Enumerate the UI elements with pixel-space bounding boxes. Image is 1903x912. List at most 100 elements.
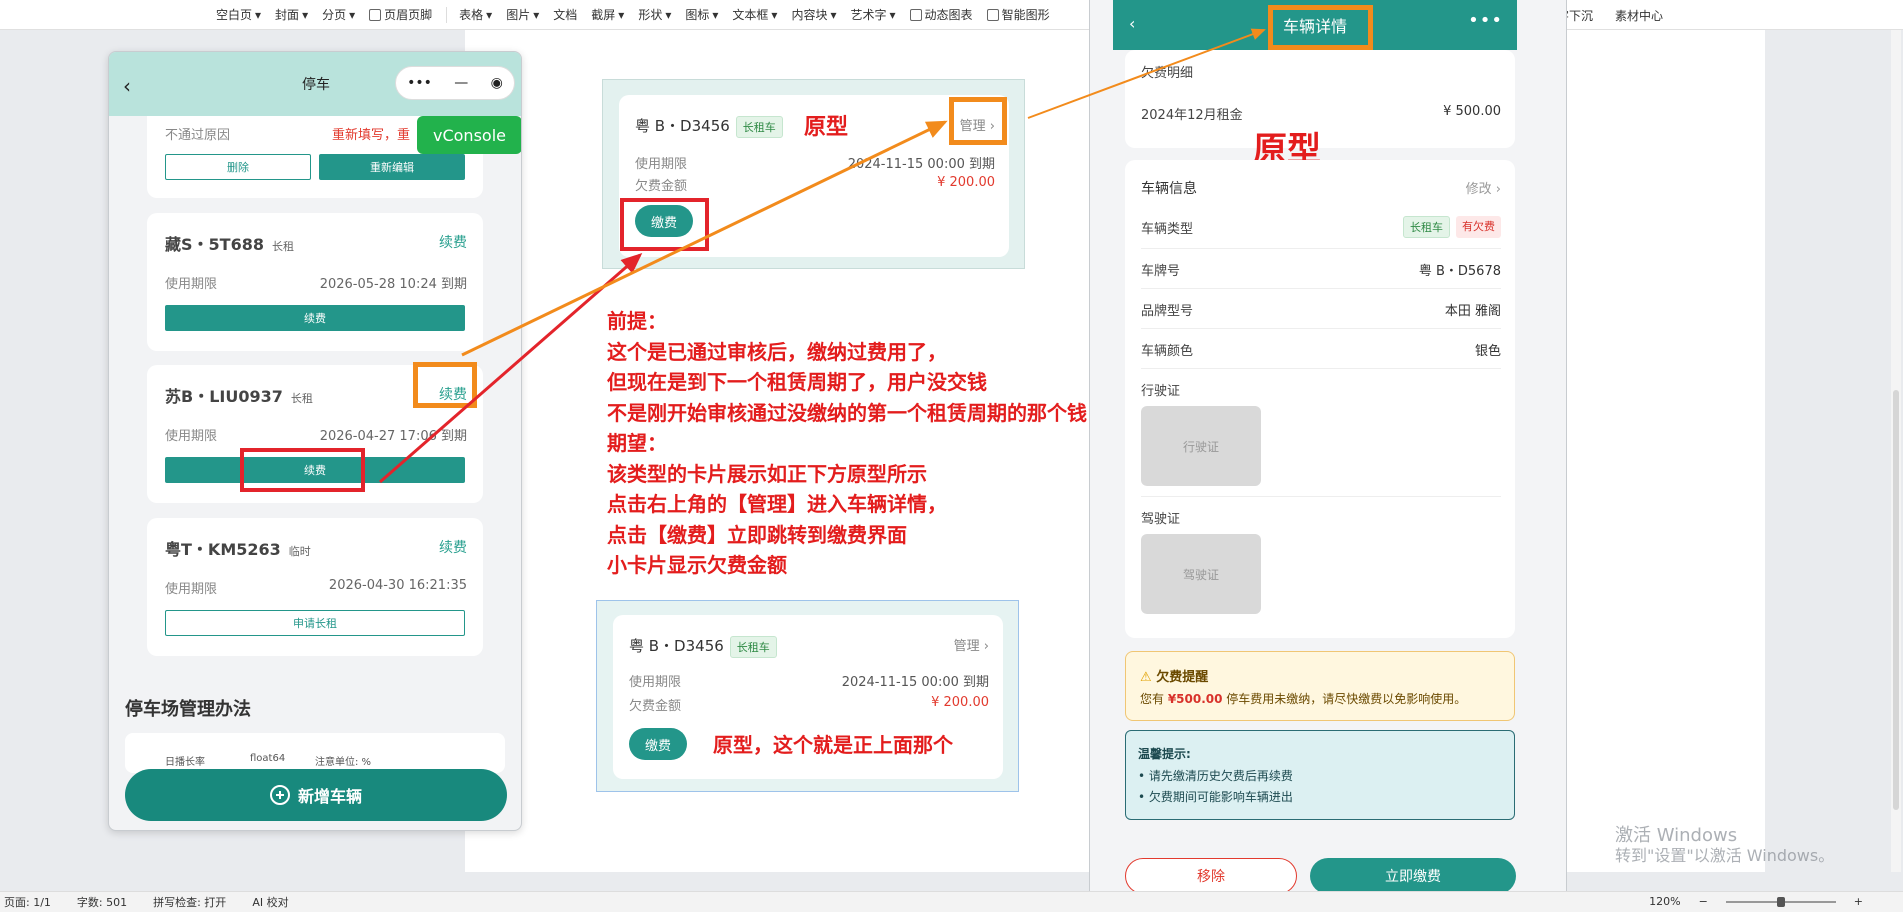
tips-box: 温馨提示: • 请先缴清历史欠费后再续费 • 欠费期间可能影响车辆进出: [1125, 730, 1515, 820]
minimize-icon[interactable]: —: [454, 75, 468, 91]
spell-check[interactable]: 拼写检查: 打开: [153, 894, 226, 910]
vehicle-info-card: 车辆信息 修改 › 车辆类型 长租车 有欠费 车牌号 粤 B・D5678 品牌型…: [1125, 160, 1515, 638]
toolbar-item-table[interactable]: 表格 ▾: [459, 6, 492, 23]
driver-license-label: 驾驶证: [1141, 512, 1181, 527]
zoom-slider-knob[interactable]: [1776, 896, 1785, 907]
toolbar-item-image[interactable]: 图片 ▾: [506, 6, 539, 23]
vconsole-button[interactable]: vConsole: [417, 116, 521, 154]
toolbar-item-materials[interactable]: 素材中心: [1615, 7, 1663, 24]
more-icon[interactable]: •••: [407, 75, 432, 91]
toolbar-item-smart-graphic[interactable]: 智能图形: [986, 6, 1050, 23]
apply-long-rent-button[interactable]: 申请长租: [165, 610, 465, 636]
remove-button[interactable]: 移除: [1125, 858, 1297, 894]
ai-proofread[interactable]: AI 校对: [252, 894, 288, 910]
zoom-slider[interactable]: [1725, 896, 1836, 907]
pay-now-button[interactable]: 立即缴费: [1310, 858, 1516, 894]
row-value: 粤 B・D5678: [1418, 264, 1501, 279]
note-line: 点击【缴费】立即跳转到缴费界面: [607, 522, 907, 547]
prototype-card: 粤 B・D3456 长租车 管理 › 使用期限 2024-11-15 00:00 …: [613, 615, 1003, 779]
rules-table: 日播长率 float64 注意单位: %: [125, 733, 505, 773]
vehicle-detail-phone: ‹ 车辆详情 ••• 欠费明细 2024年12月租金 ¥ 500.00 原型 车…: [1089, 0, 1567, 912]
tip-item: • 请先缴清历史欠费后再续费: [1138, 769, 1293, 783]
renew-button[interactable]: 续费: [165, 305, 465, 331]
license-image-placeholder[interactable]: 行驶证: [1141, 406, 1261, 486]
zoom-in-icon[interactable]: +: [1854, 895, 1863, 908]
header-footer-icon: [369, 8, 382, 21]
back-icon[interactable]: ‹: [1129, 14, 1135, 33]
vehicle-type: 长租: [271, 240, 294, 253]
highlight-detail-title: [1268, 5, 1373, 50]
plus-circle-icon: [269, 785, 290, 805]
pay-button[interactable]: 缴费: [629, 728, 687, 760]
smart-graphic-icon: [986, 8, 999, 21]
warning-title: ⚠ 欠费提醒: [1140, 670, 1209, 685]
note-line: 不是刚开始审核通过没缴纳的第一个租赁周期的那个钱: [607, 400, 1087, 425]
proto-tag: 长租车: [735, 116, 783, 138]
renew-link[interactable]: 续费: [439, 232, 467, 252]
vertical-scrollbar[interactable]: [1891, 30, 1901, 872]
parking-navbar: ‹ 停车 ••• — ◉: [109, 52, 521, 116]
row-label: 车辆类型: [1141, 222, 1194, 237]
proto-debt-label: 欠费金额: [629, 699, 682, 714]
annotation-prototype-note: 原型，这个就是正上面那个: [713, 733, 953, 757]
zoom-out-icon[interactable]: −: [1699, 895, 1708, 908]
vehicle-type: 临时: [288, 545, 311, 558]
proto-tag: 长租车: [729, 636, 777, 658]
toolbar-item-break[interactable]: 分页 ▾: [322, 6, 355, 23]
add-vehicle-button[interactable]: 新增车辆: [125, 769, 507, 821]
word-count[interactable]: 字数: 501: [77, 894, 127, 910]
more-icon[interactable]: •••: [1468, 10, 1503, 31]
reedit-button[interactable]: 重新编辑: [319, 154, 465, 180]
proto-debt-value: ¥ 200.00: [937, 175, 995, 190]
proto-debt-value: ¥ 200.00: [931, 695, 989, 710]
windows-activation-watermark: 激活 Windows 转到"设置"以激活 Windows。: [1615, 826, 1834, 866]
edit-link[interactable]: 修改 ›: [1466, 178, 1501, 197]
vehicle-card: 藏S・5T688 长租 续费 使用期限 2026-05-28 10:24 到期 续…: [147, 213, 483, 351]
debt-item-amount: ¥ 500.00: [1443, 104, 1501, 119]
statusbar-right: 120% − +: [1649, 891, 1863, 912]
proto-period-label: 使用期限: [629, 675, 682, 690]
proto-period-value: 2024-11-15 00:00 到期: [841, 675, 989, 690]
toolbar-item-wordart[interactable]: 艺术字 ▾: [851, 6, 896, 23]
miniapp-capsule: ••• — ◉: [395, 66, 515, 100]
toolbar-item-cover[interactable]: 封面 ▾: [275, 6, 308, 23]
long-rent-tag: 长租车: [1403, 216, 1450, 238]
delete-button[interactable]: 删除: [165, 154, 311, 180]
section-title: 停车场管理办法: [125, 699, 251, 720]
toolbar-item-textbox[interactable]: 文本框 ▾: [732, 6, 777, 23]
toolbar-item-block[interactable]: 内容块 ▾: [791, 6, 836, 23]
note-line: 点击右上角的【管理】进入车辆详情，: [607, 492, 947, 516]
proto-period-value: 2024-11-15 00:00 到期: [847, 157, 995, 172]
toolbar-item-dynamic-chart[interactable]: 动态图表: [909, 6, 973, 23]
proto-plate: 粤 B・D3456 长租车: [635, 115, 783, 138]
toolbar-item-screenshot[interactable]: 截屏 ▾: [591, 6, 624, 23]
period-value: 2026-04-27 17:06 到期: [319, 429, 467, 444]
page-count[interactable]: 页面: 1/1: [4, 894, 51, 910]
renew-link[interactable]: 续费: [439, 537, 467, 557]
highlight-renew-button: [240, 448, 365, 492]
reject-reason-label: 不通过原因: [165, 128, 231, 143]
tips-title: 温馨提示:: [1138, 747, 1191, 761]
note-line: 前提：: [607, 309, 667, 333]
row-label: 车辆颜色: [1141, 344, 1194, 359]
toolbar-item-header-footer[interactable]: 页眉页脚: [369, 6, 432, 23]
table-col: float64: [250, 753, 286, 764]
proto-period-label: 使用期限: [635, 157, 688, 172]
toolbar-item-blank-page[interactable]: 空白页 ▾: [216, 6, 261, 23]
type-tags: 长租车 有欠费: [1403, 216, 1501, 238]
parking-phone: ‹ 停车 ••• — ◉ 不通过原因 重新填写，重 删除 重新编辑 藏S・5T6…: [108, 51, 522, 831]
close-icon[interactable]: ◉: [491, 75, 503, 91]
requirement-note: 前提： 这个是已通过审核后，缴纳过费用了， 但现在是到下一个租赁周期了，用户没交…: [607, 306, 1087, 581]
debt-section-title: 欠费明细: [1141, 66, 1194, 81]
back-icon[interactable]: ‹: [123, 74, 131, 98]
toolbar-item-icon[interactable]: 图标 ▾: [685, 6, 718, 23]
manage-link[interactable]: 管理 ›: [954, 635, 989, 654]
toolbar-item-doc[interactable]: 文档: [553, 6, 577, 23]
vehicle-type: 长租: [290, 392, 313, 405]
driver-license-image-placeholder[interactable]: 驾驶证: [1141, 534, 1261, 614]
debt-item-label: 2024年12月租金: [1141, 108, 1243, 123]
zoom-level[interactable]: 120%: [1649, 895, 1680, 908]
period-label: 使用期限: [165, 277, 218, 292]
scrollbar-thumb[interactable]: [1893, 390, 1899, 810]
toolbar-item-shape[interactable]: 形状 ▾: [638, 6, 671, 23]
